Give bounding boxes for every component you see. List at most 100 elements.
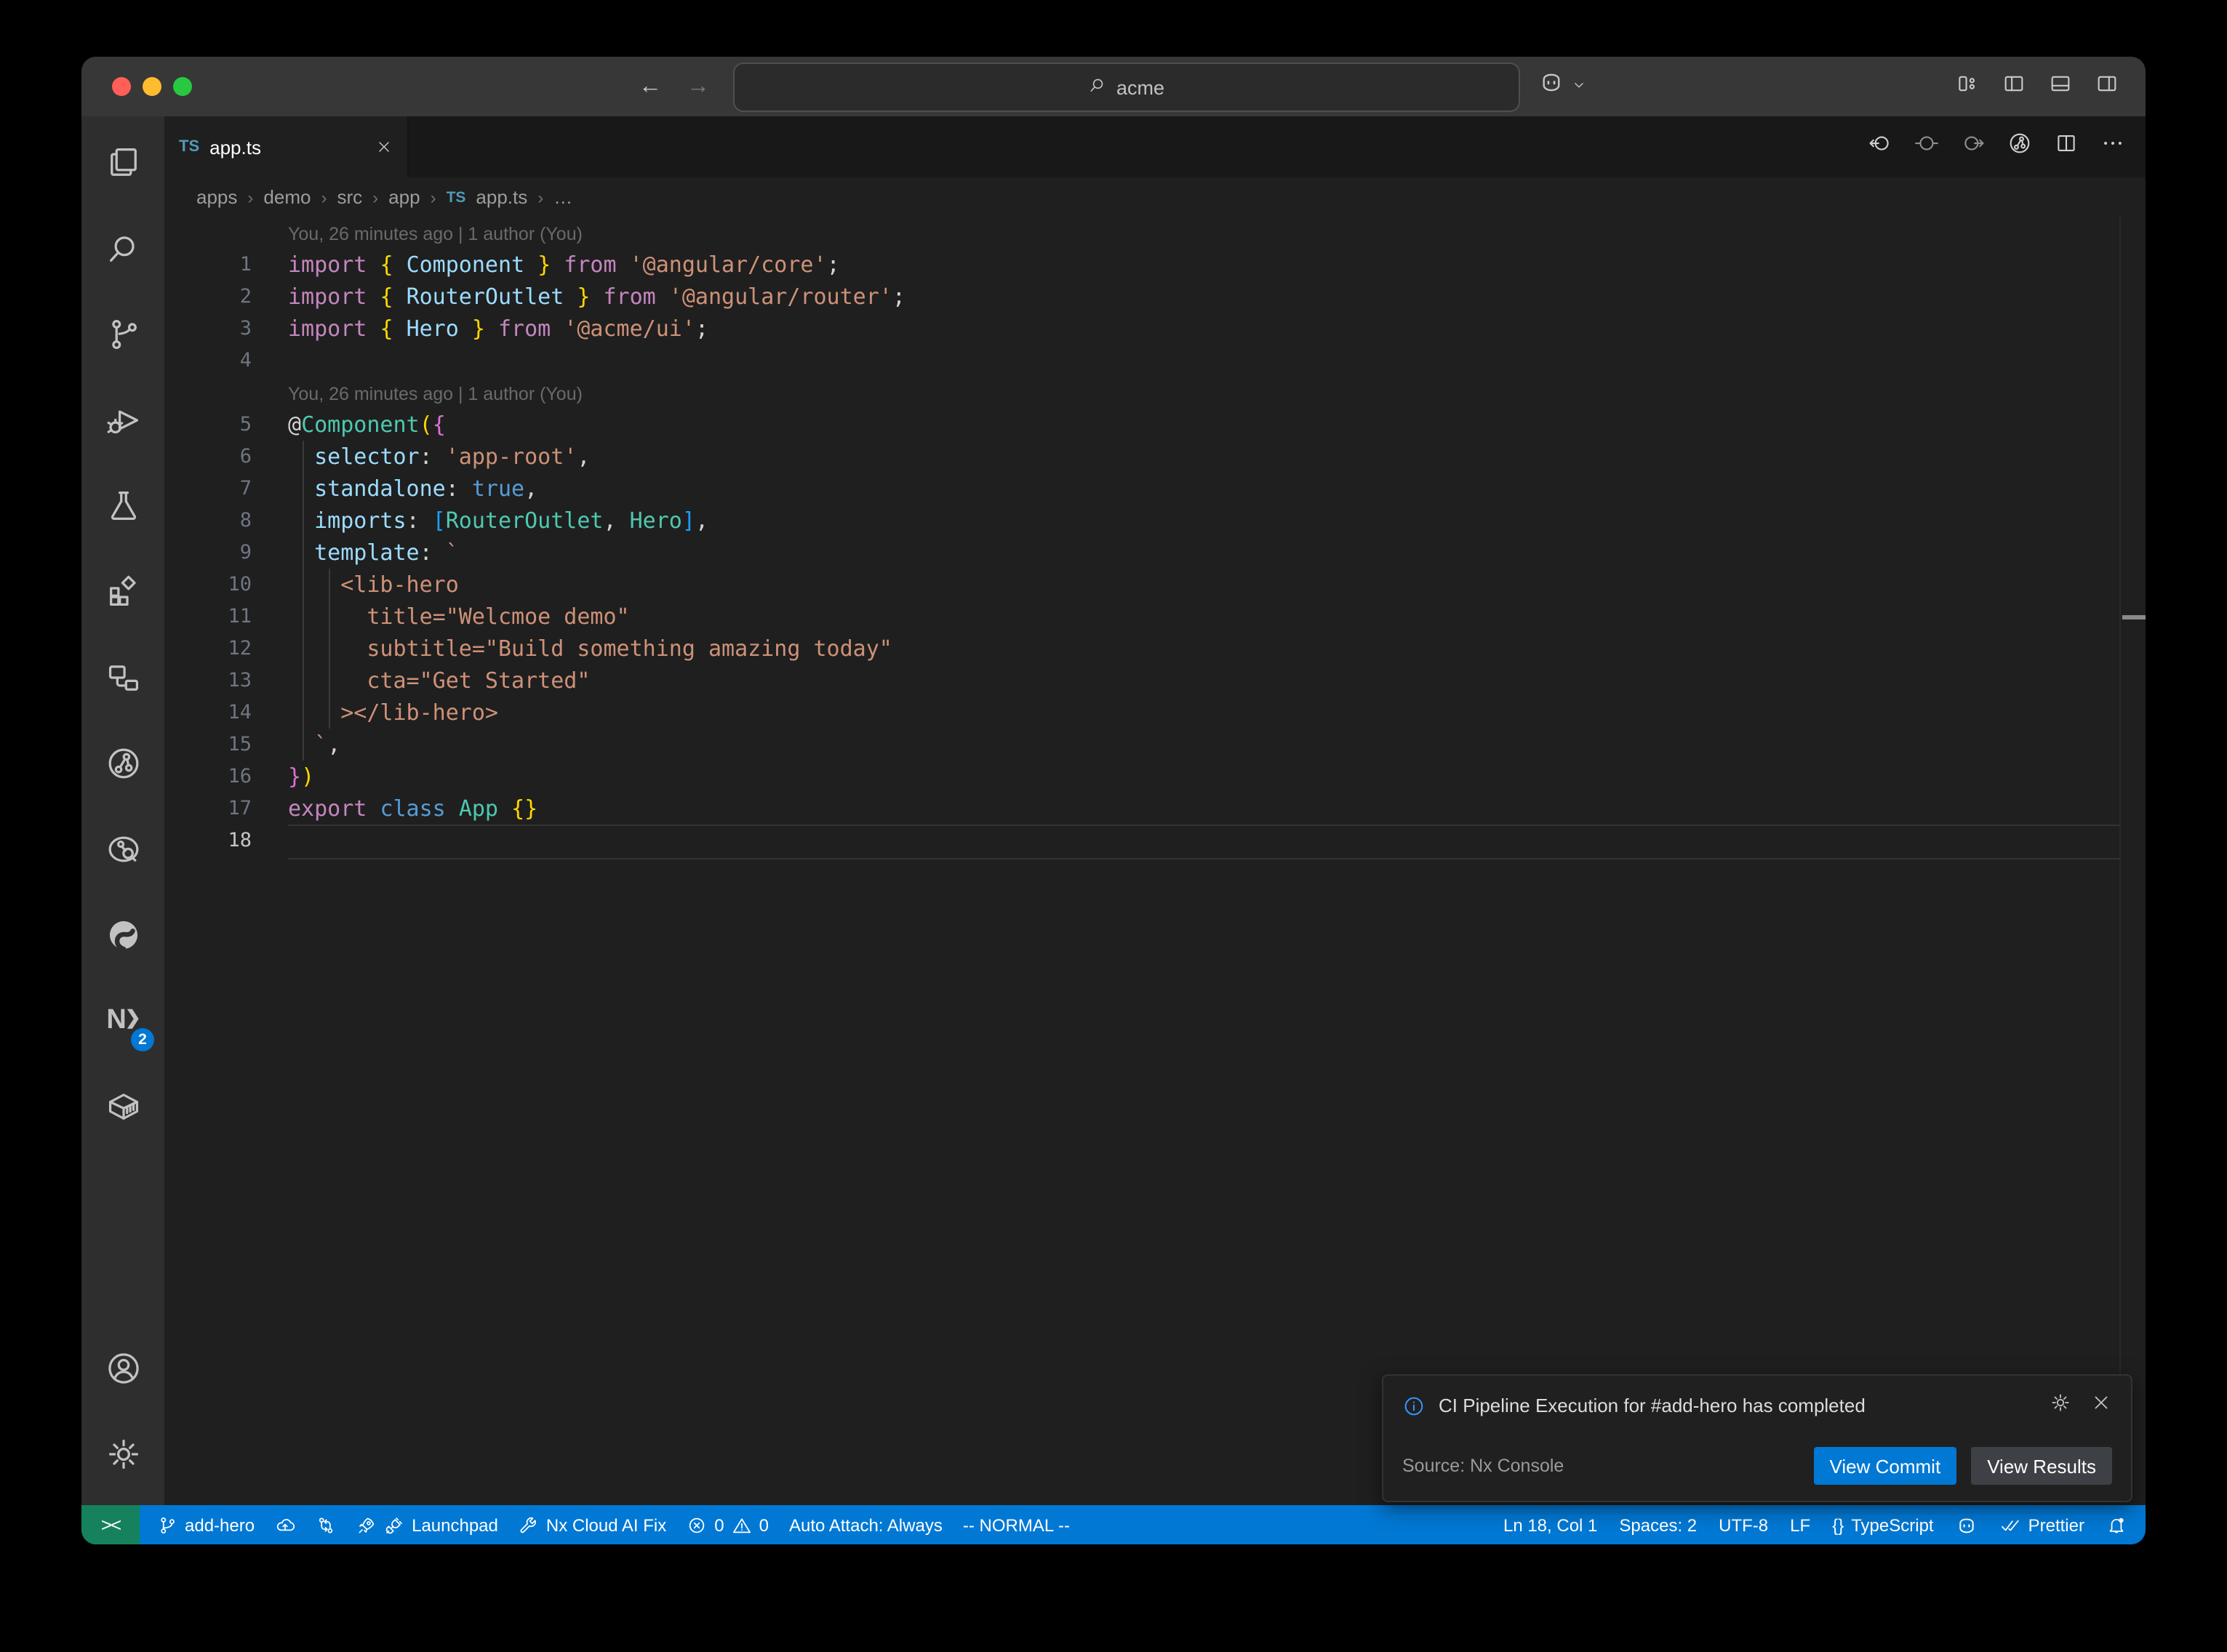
activity-explorer[interactable] <box>81 119 164 205</box>
ellipsis-button[interactable] <box>2100 131 2125 163</box>
activity-swirl[interactable] <box>81 891 164 977</box>
notification-settings-icon[interactable] <box>2050 1392 2071 1419</box>
breadcrumb-app[interactable]: app <box>388 186 420 208</box>
breadcrumb-symbols[interactable]: … <box>553 186 572 208</box>
activity-account[interactable] <box>81 1325 164 1411</box>
minimize-window-button[interactable] <box>143 77 161 96</box>
status-publish[interactable] <box>275 1515 295 1535</box>
code-line-11: 11 title="Welcmoe demo" <box>164 601 2121 633</box>
activity-references[interactable] <box>81 634 164 720</box>
graph-circle-button[interactable] <box>2007 131 2032 163</box>
code-line-2: 2import { RouterOutlet } from '@angular/… <box>164 281 2121 313</box>
status-prettier[interactable]: Prettier <box>2001 1515 2084 1535</box>
status-copilot[interactable] <box>1956 1513 1979 1536</box>
activity-search[interactable] <box>81 205 164 291</box>
breadcrumb-apps[interactable]: apps <box>196 186 237 208</box>
command-center-search[interactable]: acme <box>733 63 1520 112</box>
view-results-button[interactable]: View Results <box>1971 1447 2112 1485</box>
code-line-8: 8 imports: [RouterOutlet, Hero], <box>164 505 2121 537</box>
code-text: import { Hero } from '@acme/ui'; <box>288 313 2121 345</box>
status-launchpad[interactable]: Launchpad <box>356 1515 498 1535</box>
graph-search-icon <box>104 830 142 867</box>
code-text: ></lib-hero> <box>288 697 2121 729</box>
breadcrumb-src[interactable]: src <box>337 186 362 208</box>
line-number: 18 <box>164 825 252 857</box>
line-number: 12 <box>164 633 252 665</box>
account-icon <box>104 1349 142 1387</box>
status-git-compare[interactable] <box>316 1515 336 1535</box>
code-line-13: 13 cta="Get Started" <box>164 665 2121 697</box>
notification-title: CI Pipeline Execution for #add-hero has … <box>1439 1395 2036 1416</box>
code-editor[interactable]: You, 26 minutes ago | 1 author (You)1imp… <box>164 217 2146 1505</box>
activity-testing[interactable] <box>81 462 164 548</box>
status-auto-attach[interactable]: Auto Attach: Always <box>789 1515 943 1535</box>
status-cursor-position[interactable]: Ln 18, Col 1 <box>1503 1515 1597 1535</box>
scrollbar[interactable] <box>2119 217 2146 1505</box>
activity-graph-search[interactable] <box>81 806 164 891</box>
breadcrumb-file[interactable]: app.ts <box>476 186 527 208</box>
source-control-icon <box>104 315 142 353</box>
close-window-button[interactable] <box>112 77 131 96</box>
panel-right-button[interactable] <box>2095 71 2119 103</box>
status-nx-cloud-ai-fix[interactable]: Nx Cloud AI Fix <box>519 1515 666 1535</box>
activity-nx[interactable]: N❯2 <box>81 977 164 1063</box>
info-icon <box>1402 1394 1426 1417</box>
references-icon <box>104 658 142 696</box>
code-text: imports: [RouterOutlet, Hero], <box>288 505 2121 537</box>
code-text: cta="Get Started" <box>288 665 2121 697</box>
nx-badge: 2 <box>131 1028 154 1051</box>
search-value: acme <box>1116 76 1164 98</box>
code-line-5: 5@Component({ <box>164 409 2121 441</box>
activity-source-control[interactable] <box>81 291 164 377</box>
back-arrow-icon[interactable]: ← <box>639 73 662 100</box>
notification-close-icon[interactable] <box>2090 1392 2112 1419</box>
code-line-12: 12 subtitle="Build something amazing tod… <box>164 633 2121 665</box>
code-text: import { Component } from '@angular/core… <box>288 249 2121 281</box>
forward-arrow-icon[interactable]: → <box>687 73 710 100</box>
status-eol[interactable]: LF <box>1790 1515 1810 1535</box>
status-notifications[interactable] <box>2106 1515 2127 1535</box>
status-vim-mode[interactable]: -- NORMAL -- <box>963 1515 1070 1535</box>
blame-annotation: You, 26 minutes ago | 1 author (You) <box>288 217 2121 249</box>
activity-container[interactable] <box>81 1063 164 1149</box>
blame-annotation: You, 26 minutes ago | 1 author (You) <box>288 377 2121 409</box>
blame-row: You, 26 minutes ago | 1 author (You) <box>164 217 2121 249</box>
indent-guide <box>328 697 329 729</box>
zoom-window-button[interactable] <box>173 77 192 96</box>
status-git-branch[interactable]: add-hero <box>157 1515 255 1535</box>
status-language-mode[interactable]: {}TypeScript <box>1832 1515 1933 1535</box>
typescript-file-icon: TS <box>447 188 466 206</box>
line-number <box>164 217 252 249</box>
customize-layout-button[interactable] <box>1955 71 1980 103</box>
customize-layout-icon <box>1955 71 1980 95</box>
tab-app-ts[interactable]: TS app.ts <box>164 116 409 177</box>
nav-back-circle-button[interactable] <box>1868 131 1892 163</box>
status-encoding[interactable]: UTF-8 <box>1719 1515 1768 1535</box>
activity-graph-circle[interactable] <box>81 720 164 806</box>
titlebar: ← → acme <box>81 57 2146 116</box>
panel-bottom-button[interactable] <box>2048 71 2073 103</box>
activity-run-debug[interactable] <box>81 377 164 462</box>
nav-dash-circle-button[interactable] <box>1914 131 1939 163</box>
extensions-icon <box>104 572 142 610</box>
tab-close-button[interactable] <box>375 138 393 156</box>
nav-forward-circle-button[interactable] <box>1961 131 1986 163</box>
line-number: 7 <box>164 473 252 505</box>
notification-toast: CI Pipeline Execution for #add-hero has … <box>1382 1374 2132 1502</box>
plug-icon <box>384 1515 404 1535</box>
tab-label: app.ts <box>209 136 261 158</box>
activity-settings[interactable] <box>81 1411 164 1496</box>
rocket-icon <box>356 1515 377 1535</box>
breadcrumb-demo[interactable]: demo <box>263 186 311 208</box>
split-editor-button[interactable] <box>2054 131 2079 163</box>
remote-indicator[interactable]: >< <box>81 1505 140 1544</box>
breadcrumb-separator: › <box>431 187 436 207</box>
copilot-menu[interactable] <box>1538 57 1587 116</box>
indent-guide <box>302 729 303 761</box>
code-line-10: 10 <lib-hero <box>164 569 2121 601</box>
status-indentation[interactable]: Spaces: 2 <box>1619 1515 1697 1535</box>
panel-left-button[interactable] <box>2002 71 2026 103</box>
status-problems[interactable]: 00 <box>687 1515 769 1535</box>
view-commit-button[interactable]: View Commit <box>1814 1447 1957 1485</box>
activity-extensions[interactable] <box>81 548 164 634</box>
